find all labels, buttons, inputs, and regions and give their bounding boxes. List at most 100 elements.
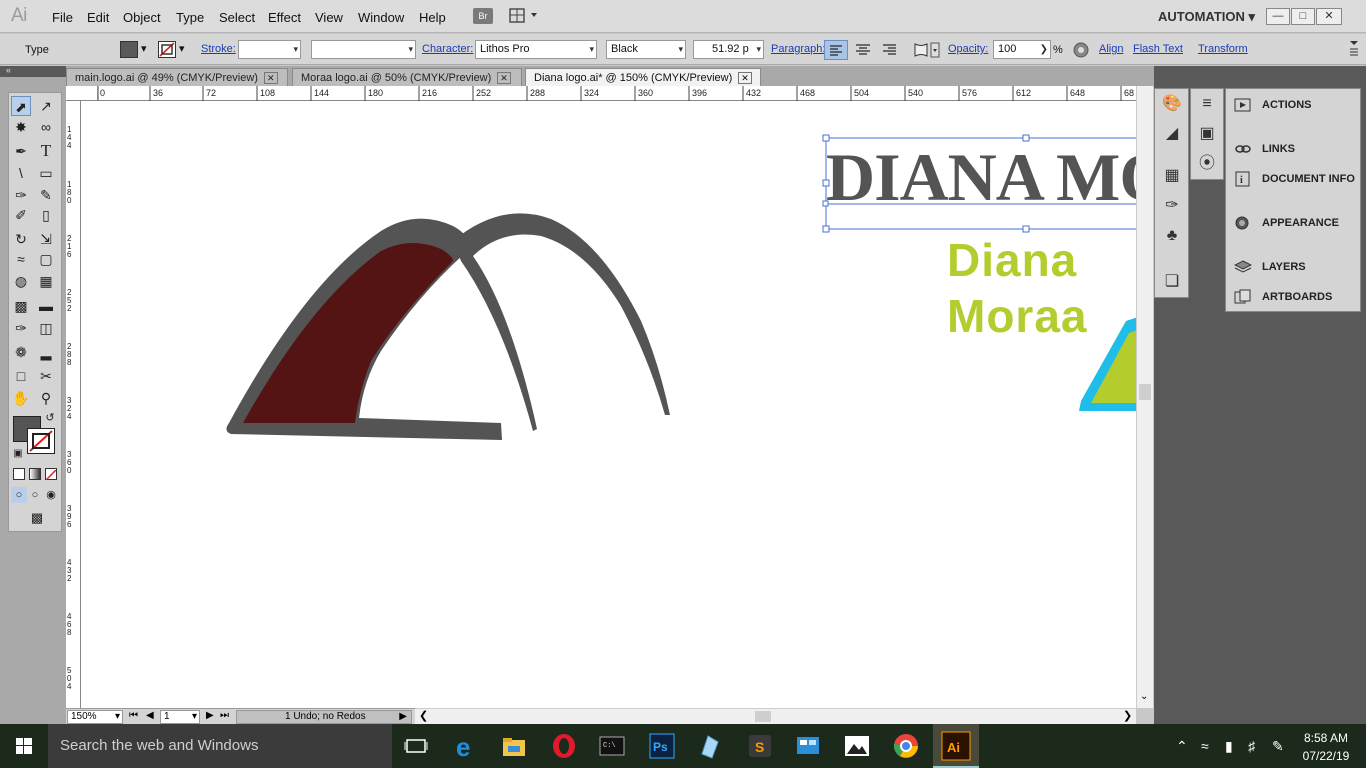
menu-object[interactable]: Object	[123, 10, 161, 25]
line-tool-icon[interactable]: \	[11, 163, 31, 183]
sublime-text-icon[interactable]: S	[746, 732, 774, 760]
free-transform-tool-icon[interactable]: ▢	[36, 249, 56, 269]
zoom-tool-icon[interactable]: ⚲	[36, 388, 56, 408]
color-guide-icon[interactable]: 🎨	[1160, 93, 1184, 115]
align-right-button[interactable]	[879, 40, 901, 60]
opacity-field[interactable]: 100 ❯	[993, 40, 1051, 59]
transparency-icon[interactable]: ◢	[1160, 123, 1184, 145]
menu-file[interactable]: File	[52, 10, 73, 25]
artboard-canvas[interactable]: DIANA MOR Diana Moraa	[81, 101, 1136, 708]
menu-edit[interactable]: Edit	[87, 10, 109, 25]
collapse-icon[interactable]: «	[6, 65, 11, 75]
volume-muted-icon[interactable]: ♯	[1248, 738, 1255, 754]
panel-layers[interactable]: LAYERS	[1233, 259, 1306, 275]
shape-builder-tool-icon[interactable]: ◍	[11, 271, 31, 291]
paint-app-icon[interactable]	[696, 732, 724, 760]
workspace-switcher[interactable]: AUTOMATION ▾	[1158, 9, 1255, 25]
next-artboard-icon[interactable]: ▶	[206, 710, 214, 721]
photoshop-icon[interactable]: Ps	[648, 732, 676, 760]
control-panel-icon[interactable]	[794, 732, 822, 760]
font-family-field[interactable]: Lithos Pro ▾	[475, 40, 597, 59]
horizontal-ruler[interactable]: 0 36 72 108 144 180 216 252 288 324 360 …	[98, 86, 1136, 101]
first-artboard-icon[interactable]: ⏮	[129, 710, 138, 721]
draw-behind-icon[interactable]: ○	[27, 487, 43, 503]
start-button[interactable]	[0, 724, 48, 768]
stroke-color-box[interactable]	[27, 428, 55, 454]
horizontal-scrollbar[interactable]: ❮ ❯	[415, 708, 1136, 724]
warp-tool-icon[interactable]: ≈	[11, 249, 31, 269]
transform-link[interactable]: Transform	[1198, 43, 1248, 55]
font-style-field[interactable]: Black ▾	[606, 40, 686, 59]
last-artboard-icon[interactable]: ⏭	[220, 710, 229, 721]
panel-artboards[interactable]: ARTBOARDS	[1234, 289, 1332, 305]
eyedropper-tool-icon[interactable]: ✑	[11, 318, 31, 338]
rotate-tool-icon[interactable]: ↻	[11, 229, 31, 249]
stroke-link[interactable]: Stroke:	[201, 43, 236, 55]
scroll-down-icon[interactable]: ⌄	[1140, 691, 1148, 702]
scroll-thumb[interactable]	[755, 711, 771, 722]
close-button[interactable]: ✕	[1316, 8, 1342, 25]
name-text-line2[interactable]: Moraa	[947, 290, 1087, 342]
align-link[interactable]: Align	[1099, 43, 1123, 55]
graphic-styles-icon[interactable]: ❏	[1160, 271, 1184, 293]
draw-inside-icon[interactable]: ◉	[43, 487, 59, 503]
close-icon[interactable]: ✕	[263, 72, 278, 84]
chevron-down-icon[interactable]: ▾	[179, 42, 185, 55]
previous-artboard-icon[interactable]: ◀	[146, 710, 154, 721]
selection-tool-icon[interactable]: ⬈	[11, 96, 31, 116]
name-text-line1[interactable]: Diana	[947, 234, 1077, 286]
clock-time[interactable]: 8:58 AM	[1296, 731, 1356, 745]
opacity-link[interactable]: Opacity:	[948, 43, 988, 55]
default-colors-icon[interactable]: ▣	[11, 447, 25, 461]
swap-colors-icon[interactable]: ↺	[43, 411, 57, 425]
stroke-panel-icon[interactable]: ≡	[1195, 93, 1219, 115]
zoom-level-field[interactable]: 150% ▾	[67, 710, 123, 724]
gradient-panel-icon[interactable]: ▣	[1195, 123, 1219, 145]
maximize-button[interactable]: □	[1291, 8, 1315, 25]
symbol-sprayer-tool-icon[interactable]: ❁	[11, 342, 31, 362]
notifications-icon[interactable]: ✎	[1272, 738, 1284, 755]
pen-tool-icon[interactable]: ✒	[11, 141, 31, 161]
character-link[interactable]: Character:	[422, 43, 473, 55]
close-icon[interactable]: ✕	[497, 72, 511, 84]
arrange-documents-button[interactable]	[509, 8, 541, 24]
blob-brush-tool-icon[interactable]: ✐	[11, 205, 31, 225]
envelope-warp-button[interactable]	[912, 41, 942, 59]
scroll-right-icon[interactable]: ❯	[1123, 709, 1132, 722]
menu-effect[interactable]: Effect	[268, 10, 301, 25]
mesh-tool-icon[interactable]: ▩	[11, 296, 31, 316]
panel-document-info[interactable]: i DOCUMENT INFO	[1234, 171, 1355, 187]
chrome-browser-icon[interactable]	[892, 732, 920, 760]
column-graph-tool-icon[interactable]: ▂	[36, 342, 56, 362]
mountain-shape-green[interactable]	[1091, 329, 1136, 403]
menu-select[interactable]: Select	[219, 10, 255, 25]
bridge-button[interactable]: Br	[473, 8, 493, 24]
lasso-tool-icon[interactable]: ∞	[36, 117, 56, 137]
screen-mode-icon[interactable]: ▩	[25, 509, 49, 527]
paragraph-link[interactable]: Paragraph:	[771, 43, 825, 55]
photos-app-icon[interactable]	[843, 732, 871, 760]
pencil-tool-icon[interactable]: ✎	[36, 185, 56, 205]
align-center-button[interactable]	[852, 40, 874, 60]
perspective-grid-tool-icon[interactable]: ▦	[36, 271, 56, 291]
fill-swatch[interactable]	[120, 41, 138, 58]
panel-actions[interactable]: ACTIONS	[1234, 97, 1312, 113]
ruler-origin[interactable]	[66, 86, 98, 101]
menu-window[interactable]: Window	[358, 10, 404, 25]
title-text-object[interactable]: DIANA MOR	[826, 141, 1136, 213]
right-arch-shape[interactable]	[453, 213, 670, 431]
artboard-number-field[interactable]: 1 ▾	[160, 710, 200, 724]
color-mode-button[interactable]	[13, 468, 25, 480]
brushes-icon[interactable]: ✑	[1160, 195, 1184, 217]
eraser-tool-icon[interactable]: ▯	[36, 205, 56, 225]
tab-main-logo[interactable]: main.logo.ai @ 49% (CMYK/Preview) ✕	[66, 68, 288, 86]
gradient-mode-button[interactable]	[29, 468, 41, 480]
battery-icon[interactable]: ▮	[1225, 738, 1233, 755]
illustrator-taskbar-button[interactable]: Ai	[933, 724, 979, 768]
clock-date[interactable]: 07/22/19	[1296, 749, 1356, 763]
panel-appearance[interactable]: APPEARANCE	[1234, 215, 1339, 231]
close-icon[interactable]: ✕	[738, 72, 752, 84]
artboard-tool-icon[interactable]: □	[11, 366, 31, 386]
gradient-tool-icon[interactable]: ▬	[36, 296, 56, 316]
file-explorer-icon[interactable]	[500, 732, 528, 760]
